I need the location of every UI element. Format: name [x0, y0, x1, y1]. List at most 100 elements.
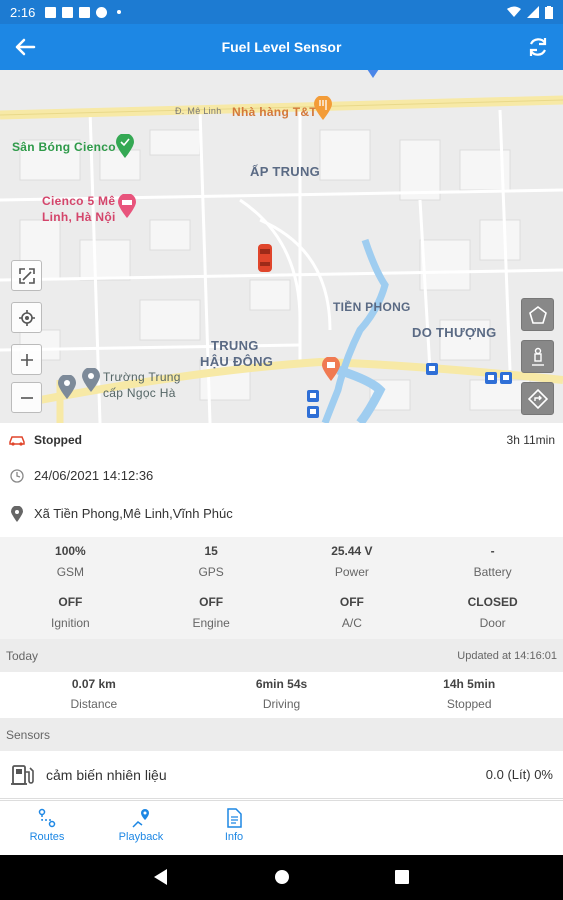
metric-label: Ignition	[51, 616, 90, 630]
stat-value: 0.07 km	[71, 677, 116, 691]
back-triangle-icon[interactable]	[154, 869, 168, 885]
sensor-row[interactable]: cảm biến nhiên liệu 0.0 (Lít) 0%	[0, 751, 563, 799]
minus-icon	[20, 396, 33, 399]
bus-stop-icon	[426, 363, 438, 375]
last-update-datetime: 24/06/2021 14:12:36	[34, 468, 154, 483]
stadium-marker-icon[interactable]	[116, 134, 134, 158]
school-marker-icon[interactable]	[82, 368, 100, 392]
nav-playback[interactable]: Playback	[111, 807, 171, 843]
nav-info-label: Info	[224, 831, 244, 843]
metrics-row: OFF Ignition OFF Engine OFF A/C CLOSED Door	[0, 588, 563, 639]
stat-label: Stopped	[446, 697, 492, 711]
metric-value: OFF	[199, 595, 224, 609]
area-label-do-thuong: DO THƯỢNG	[412, 325, 497, 340]
today-section-header: Today Updated at 14:16:01	[0, 639, 563, 672]
area-label-ap-trung: ẤP TRUNG	[250, 164, 321, 179]
directions-button[interactable]	[521, 382, 554, 415]
page-title: Fuel Level Sensor	[221, 39, 342, 55]
metric-value: CLOSED	[467, 595, 518, 609]
pegman-icon	[531, 347, 544, 366]
plus-icon	[20, 353, 33, 366]
restaurant-label[interactable]: Nhà hàng T&T	[232, 105, 317, 119]
metric-gsm: 100% GSM	[0, 537, 141, 588]
notification-icon	[62, 6, 74, 18]
bus-stop-icon	[485, 372, 497, 384]
back-arrow-icon[interactable]	[12, 34, 38, 60]
bus-stop-icon	[500, 372, 512, 384]
nav-routes-label: Routes	[29, 831, 65, 843]
street-view-button[interactable]	[521, 340, 554, 373]
metric-engine: OFF Engine	[141, 588, 282, 639]
sensor-value: 0.0 (Lít) 0%	[485, 767, 553, 782]
hotel-marker-icon[interactable]	[118, 194, 136, 218]
sensor-name: cảm biến nhiên liệu	[46, 766, 167, 783]
metric-label: GPS	[198, 565, 224, 579]
street-label: Đ. Mê Linh	[175, 106, 222, 116]
my-location-button[interactable]	[11, 302, 42, 333]
metrics-row: 100% GSM 15 GPS 25.44 V Power - Battery	[0, 537, 563, 588]
metric-label: Engine	[192, 616, 230, 630]
nav-routes[interactable]: Routes	[17, 807, 77, 843]
more-notifications-icon	[117, 10, 122, 14]
fullscreen-button[interactable]	[11, 260, 42, 291]
metric-door: CLOSED Door	[422, 588, 563, 639]
map-view[interactable]: Đ. Mê Linh Nhà hàng T&T Sân Bóng Cienco …	[0, 70, 563, 423]
status-row: Stopped 3h 11min	[0, 423, 563, 457]
bus-stop-icon	[307, 390, 319, 402]
wifi-icon	[507, 6, 521, 17]
notification-icon	[79, 6, 91, 18]
school-label-line2[interactable]: cấp Ngọc Hà	[103, 386, 176, 400]
hotel-label-line2[interactable]: Linh, Hà Nội	[42, 210, 116, 224]
metric-value: 100%	[55, 544, 86, 558]
nav-playback-label: Playback	[118, 831, 164, 843]
metric-label: Door	[479, 616, 506, 630]
stat-label: Distance	[70, 697, 118, 711]
state-duration: 3h 11min	[506, 433, 555, 447]
routes-icon	[38, 808, 56, 828]
home-circle-icon[interactable]	[274, 869, 290, 885]
metric-label: Power	[334, 565, 369, 579]
location-pin-icon	[8, 505, 26, 523]
app-bar: Fuel Level Sensor	[0, 24, 563, 70]
notification-icon	[96, 6, 108, 18]
recents-square-icon[interactable]	[395, 870, 409, 884]
metric-value: 15	[204, 544, 218, 558]
stadium-label[interactable]: Sân Bóng Cienco	[12, 140, 116, 154]
crosshair-icon	[18, 309, 35, 326]
zoom-in-button[interactable]	[11, 344, 42, 375]
restaurant-marker-icon[interactable]	[314, 96, 332, 120]
today-driving: 6min 54s Driving	[188, 672, 376, 718]
clock: 2:16	[10, 4, 36, 20]
metrics-grid: 100% GSM 15 GPS 25.44 V Power - Battery OFF I…	[0, 537, 563, 639]
area-label-trung-hau-dong-1: TRUNG	[211, 338, 259, 353]
metric-value: OFF	[339, 595, 364, 609]
place-marker-icon[interactable]	[58, 375, 76, 399]
stat-value: 14h 5min	[443, 677, 496, 691]
car-status-icon	[8, 431, 26, 449]
clock-icon	[8, 467, 26, 485]
today-stopped: 14h 5min Stopped	[375, 672, 563, 718]
zoom-out-button[interactable]	[11, 382, 42, 413]
refresh-icon[interactable]	[525, 34, 551, 60]
today-stats: 0.07 km Distance 6min 54s Driving 14h 5min…	[0, 672, 563, 718]
stat-label: Driving	[262, 697, 301, 711]
geofence-button[interactable]	[521, 298, 554, 331]
battery-icon	[545, 5, 553, 19]
school-label-line1[interactable]: Trường Trung	[103, 370, 181, 384]
area-label-trung-hau-dong-2: HẬU ĐÔNG	[200, 354, 274, 369]
metric-label: GSM	[56, 565, 85, 579]
nav-info[interactable]: Info	[204, 807, 264, 843]
hotel-label-line1[interactable]: Cienco 5 Mê	[42, 194, 115, 208]
shop-marker-icon[interactable]	[322, 357, 340, 381]
metric-label: Battery	[473, 565, 512, 579]
status-bar: 2:16	[0, 0, 563, 24]
vehicle-state: Stopped	[34, 433, 82, 447]
updated-at: Updated at 14:16:01	[457, 649, 557, 662]
vehicle-car-icon[interactable]	[257, 243, 273, 273]
datetime-row: 24/06/2021 14:12:36	[0, 457, 563, 494]
notification-icon	[45, 6, 57, 18]
pin-marker-icon	[367, 70, 379, 78]
sensors-title: Sensors	[6, 727, 51, 742]
metric-value: OFF	[58, 595, 83, 609]
expand-icon	[18, 267, 35, 284]
